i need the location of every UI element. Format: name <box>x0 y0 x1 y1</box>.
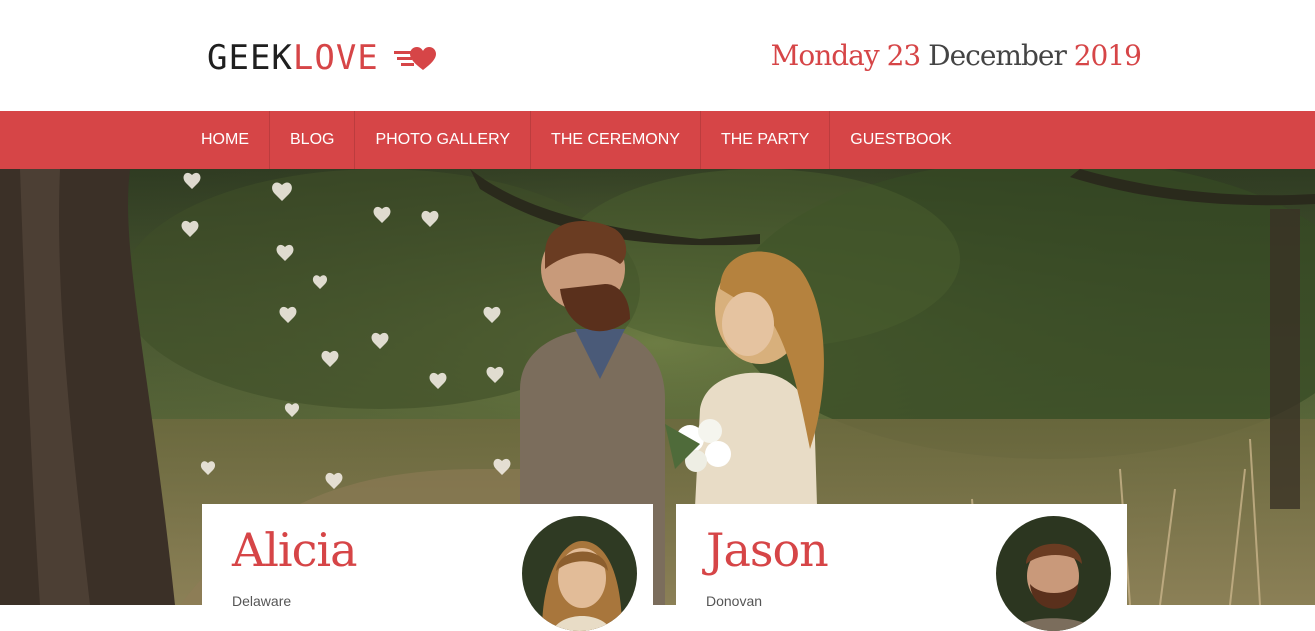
heart-arrow-icon <box>393 47 436 70</box>
nav-item-the-party[interactable]: THE PARTY <box>701 111 831 169</box>
site-logo[interactable]: GEEKLOVE <box>207 38 439 78</box>
nav-item-guestbook[interactable]: GUESTBOOK <box>830 111 971 169</box>
logo-wordmark: GEEKLOVE <box>207 38 379 78</box>
main-nav: HOME BLOG PHOTO GALLERY THE CEREMONY THE… <box>0 111 1315 169</box>
groom-name: Jason <box>706 523 829 577</box>
groom-card: Jason Donovan <box>676 504 1127 631</box>
nav-item-blog[interactable]: BLOG <box>270 111 356 169</box>
nav-item-photo-gallery[interactable]: PHOTO GALLERY <box>355 111 532 169</box>
bride-card: Alicia Delaware <box>202 504 653 631</box>
nav-item-the-ceremony[interactable]: THE CEREMONY <box>531 111 701 169</box>
date-month: December <box>928 39 1067 72</box>
groom-surname: Donovan <box>706 593 763 609</box>
groom-avatar <box>996 516 1111 631</box>
logo-geek-text: GEEK <box>207 38 293 78</box>
bride-avatar <box>522 516 637 631</box>
date-year: 2019 <box>1073 39 1142 72</box>
wedding-date: Monday 23 December 2019 <box>770 36 1142 76</box>
date-day: Monday <box>770 39 880 72</box>
site-header: GEEKLOVE Monday 23 December 2019 <box>0 0 1315 111</box>
bride-surname: Delaware <box>232 593 292 609</box>
logo-love-text: LOVE <box>292 38 379 78</box>
date-number: 23 <box>886 39 922 72</box>
nav-item-home[interactable]: HOME <box>181 111 270 169</box>
bride-name: Alicia <box>232 523 358 577</box>
